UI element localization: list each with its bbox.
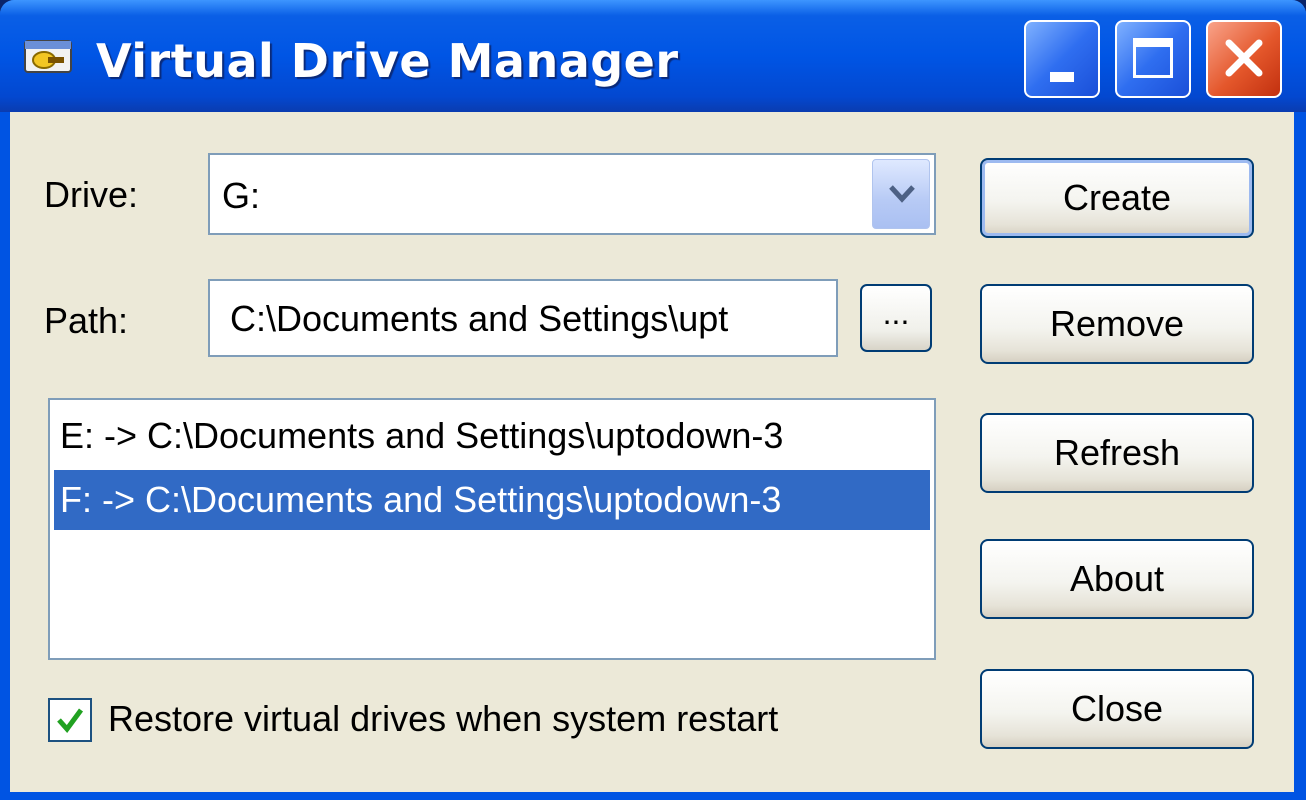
chevron-down-icon [889,185,915,203]
path-input-value: C:\Documents and Settings\upt [230,298,729,339]
close-button[interactable]: Close [980,669,1254,749]
refresh-button[interactable]: Refresh [980,413,1254,493]
about-button[interactable]: About [980,539,1254,619]
maximize-icon [1133,38,1173,78]
close-icon [1225,39,1263,77]
minimize-button[interactable] [1024,20,1100,98]
window-title: Virtual Drive Manager [96,34,679,88]
list-item-selected[interactable]: F: -> C:\Documents and Settings\uptodown… [54,470,930,530]
close-window-button[interactable] [1206,20,1282,98]
path-input[interactable]: C:\Documents and Settings\upt [208,279,838,357]
path-label: Path: [44,300,129,341]
list-item[interactable]: E: -> C:\Documents and Settings\uptodown… [54,406,930,466]
checkmark-icon [57,708,84,733]
restore-drives-label: Restore virtual drives when system resta… [108,698,779,739]
restore-drives-checkbox[interactable] [48,698,92,742]
remove-button[interactable]: Remove [980,284,1254,364]
create-button[interactable]: Create [980,158,1254,238]
browse-button[interactable]: ... [860,284,932,352]
drive-select[interactable]: G: [208,153,936,235]
drive-label: Drive: [44,174,139,215]
maximize-button[interactable] [1115,20,1191,98]
drive-select-value: G: [222,175,261,216]
minimize-icon [1050,72,1074,82]
drive-dropdown-button[interactable] [872,159,930,229]
dialog-body: Drive: G: Path: C:\Documents and Setting… [10,112,1294,792]
title-bar[interactable]: Virtual Drive Manager [0,0,1306,112]
drive-manager-app-icon [22,36,74,76]
app-window: Virtual Drive Manager Drive: G: Path: C:… [0,0,1306,800]
virtual-drive-list[interactable]: E: -> C:\Documents and Settings\uptodown… [48,398,936,660]
